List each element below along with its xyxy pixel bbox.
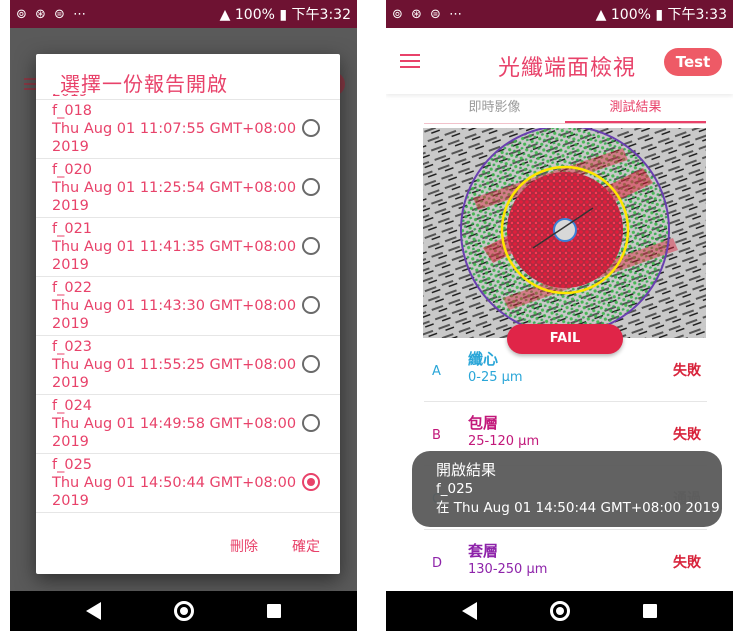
report-picker-dialog: 選擇一份報告開啟 2019 f_018 Thu Aug 01 11:07:55 G…: [36, 54, 340, 574]
report-year: 2019: [52, 139, 89, 155]
radio-unchecked-icon[interactable]: [302, 119, 320, 137]
back-icon[interactable]: [86, 602, 102, 620]
fiber-endface-image: [423, 128, 706, 338]
app-title: 光纖端面檢視: [498, 56, 637, 81]
report-item[interactable]: f_018 Thu Aug 01 11:07:55 GMT+08:00 2019: [36, 100, 340, 159]
tab-live-view[interactable]: 即時影像: [424, 96, 565, 123]
report-name: f_020: [52, 162, 93, 178]
toast-detail: 在 Thu Aug 01 14:50:44 GMT+08:00 2019: [436, 500, 720, 516]
report-name: f_022: [52, 280, 93, 296]
battery-percent: 100%: [610, 7, 651, 23]
phone-screen-report-picker: ⊚ ⊛ ⊜ ⋯ ▲ 100% ▮ 下午3:32 選擇一份報告開啟 2019 f_…: [10, 0, 357, 631]
signal-icon: ▲: [595, 7, 611, 23]
tab-test-result[interactable]: 測試結果: [565, 96, 706, 123]
battery-percent: 100%: [234, 7, 275, 23]
toast-report-name: f_025: [436, 481, 474, 497]
report-datetime: Thu Aug 01 11:43:30 GMT+08:00: [52, 298, 297, 314]
report-item[interactable]: f_023 Thu Aug 01 11:55:25 GMT+08:00 2019: [36, 336, 340, 395]
zone-range: 130-250 µm: [468, 562, 548, 577]
report-year: 2019: [52, 198, 89, 214]
home-icon[interactable]: [549, 601, 570, 621]
report-datetime: Thu Aug 01 11:25:54 GMT+08:00: [52, 180, 297, 196]
signal-icon: ▲: [219, 7, 235, 23]
report-year: 2019: [52, 257, 89, 273]
report-datetime: Thu Aug 01 11:07:55 GMT+08:00: [52, 121, 297, 137]
zone-letter: A: [432, 364, 441, 379]
battery-icon: ▮: [279, 7, 288, 23]
report-name: f_021: [52, 221, 93, 237]
report-name: f_025: [52, 457, 93, 473]
report-list[interactable]: 2019 f_018 Thu Aug 01 11:07:55 GMT+08:00 2…: [36, 94, 340, 514]
open-result-toast: 開啟結果 f_025 在 Thu Aug 01 14:50:44 GMT+08:…: [412, 451, 722, 527]
dialog-actions: 刪除 確定: [230, 536, 320, 556]
status-bar: ⊚ ⊛ ⊜ ⋯ ▲ 100% ▮ 下午3:32: [10, 0, 357, 28]
recent-apps-icon[interactable]: [642, 604, 657, 618]
report-year: 2019: [52, 434, 89, 450]
report-datetime: Thu Aug 01 11:55:25 GMT+08:00: [52, 357, 297, 373]
report-datetime: Thu Aug 01 11:41:35 GMT+08:00: [52, 239, 297, 255]
result-row-a[interactable]: A 纖心 0-25 µm 失敗: [424, 338, 707, 402]
status-right: ▲ 100% ▮ 下午3:32: [220, 4, 351, 24]
radio-unchecked-icon[interactable]: [302, 237, 320, 255]
radio-checked-icon[interactable]: [302, 473, 320, 491]
delete-button[interactable]: 刪除: [230, 536, 258, 556]
radio-unchecked-icon[interactable]: [302, 178, 320, 196]
report-item[interactable]: f_024 Thu Aug 01 14:49:58 GMT+08:00 2019: [36, 395, 340, 454]
zone-letter: B: [432, 428, 441, 443]
report-year: 2019: [52, 493, 89, 509]
status-bar: ⊚ ⊛ ⊜ ⋯ ▲ 100% ▮ 下午3:33: [386, 0, 733, 28]
radio-unchecked-icon[interactable]: [302, 355, 320, 373]
status-icons: ⊚ ⊛ ⊜ ⋯: [16, 6, 89, 22]
dialog-title: 選擇一份報告開啟: [60, 72, 228, 96]
report-item[interactable]: f_020 Thu Aug 01 11:25:54 GMT+08:00 2019: [36, 159, 340, 218]
radio-unchecked-icon[interactable]: [302, 296, 320, 314]
recent-apps-icon[interactable]: [266, 604, 281, 618]
status-right: ▲ 100% ▮ 下午3:33: [596, 4, 727, 24]
zone-name: 套層: [468, 542, 499, 560]
menu-icon[interactable]: [400, 54, 420, 68]
zone-letter: D: [432, 556, 443, 571]
zone-status: 失敗: [673, 427, 701, 443]
home-icon[interactable]: [173, 601, 194, 621]
zone-status: 失敗: [673, 555, 701, 571]
report-list-inner: 2019 f_018 Thu Aug 01 11:07:55 GMT+08:00 2…: [36, 94, 340, 513]
navigation-bar: [10, 591, 357, 631]
report-item[interactable]: f_022 Thu Aug 01 11:43:30 GMT+08:00 2019: [36, 277, 340, 336]
report-name: f_018: [52, 103, 93, 119]
navigation-bar: [386, 591, 733, 631]
zone-name: 包層: [468, 414, 499, 432]
radio-unchecked-icon[interactable]: [302, 414, 320, 432]
tab-bar: 即時影像 測試結果: [424, 96, 706, 124]
report-name: f_023: [52, 339, 93, 355]
status-icons: ⊚ ⊛ ⊜ ⋯: [392, 6, 465, 22]
result-row-d[interactable]: D 套層 130-250 µm 失敗: [424, 530, 707, 594]
fiber-endface-svg: [423, 128, 706, 338]
report-year: 2019: [52, 375, 89, 391]
report-item[interactable]: f_021 Thu Aug 01 11:41:35 GMT+08:00 2019: [36, 218, 340, 277]
app-bar: 光纖端面檢視 Test: [386, 28, 733, 94]
test-button[interactable]: Test: [664, 48, 722, 76]
report-item[interactable]: f_025 Thu Aug 01 14:50:44 GMT+08:00 2019: [36, 454, 340, 513]
zone-status: 失敗: [673, 363, 701, 379]
confirm-button[interactable]: 確定: [292, 536, 320, 556]
zone-range: 0-25 µm: [468, 370, 523, 385]
report-datetime: Thu Aug 01 14:49:58 GMT+08:00: [52, 416, 297, 432]
battery-icon: ▮: [655, 7, 664, 23]
report-year: 2019: [52, 316, 89, 332]
zone-name: 纖心: [468, 350, 499, 368]
toast-title: 開啟結果: [436, 461, 497, 479]
clock: 下午3:32: [291, 7, 351, 23]
phone-screen-fiber-result: ⊚ ⊛ ⊜ ⋯ ▲ 100% ▮ 下午3:33 光纖端面檢視 Test 即時影像…: [386, 0, 733, 631]
report-name: f_024: [52, 398, 93, 414]
back-icon[interactable]: [462, 602, 478, 620]
report-datetime: Thu Aug 01 14:50:44 GMT+08:00: [52, 475, 297, 491]
clock: 下午3:33: [667, 7, 727, 23]
zone-range: 25-120 µm: [468, 434, 540, 449]
